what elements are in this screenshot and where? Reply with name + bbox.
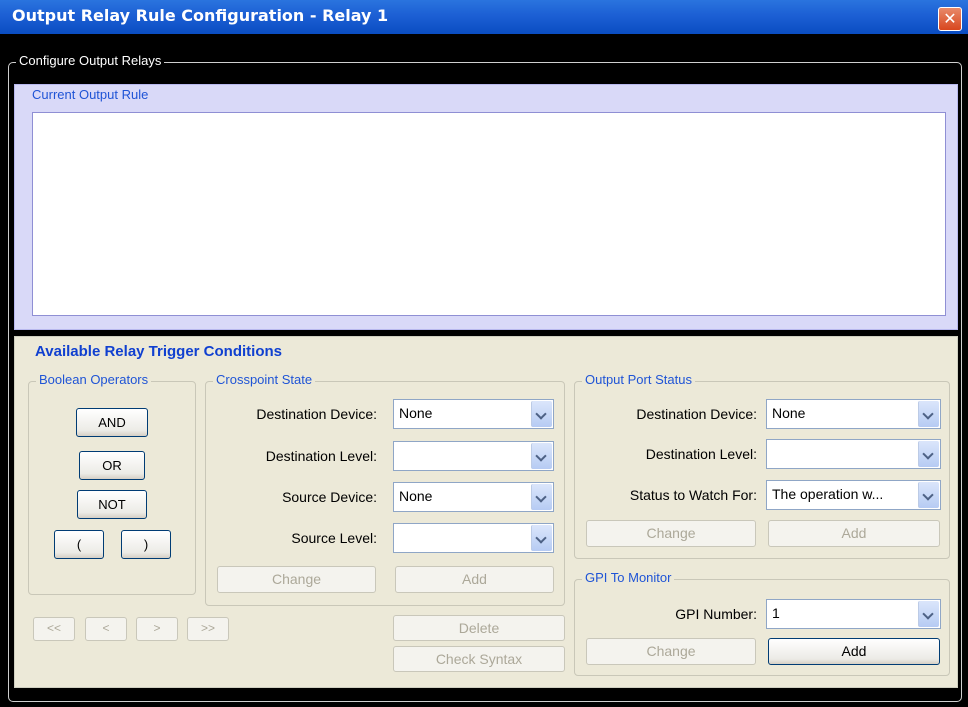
crosspoint-destination-level-select[interactable] xyxy=(393,441,554,471)
not-button[interactable]: NOT xyxy=(77,490,147,519)
close-paren-button[interactable]: ) xyxy=(121,530,171,559)
chevron-down-icon[interactable] xyxy=(918,482,939,508)
current-output-rule-textbox[interactable] xyxy=(32,112,946,316)
crosspoint-source-device-select[interactable]: None xyxy=(393,482,554,512)
crosspoint-source-device-value: None xyxy=(399,488,433,504)
chevron-down-icon[interactable] xyxy=(918,601,939,627)
gpi-to-monitor-label: GPI To Monitor xyxy=(582,570,675,585)
last-button[interactable]: >> xyxy=(187,617,229,641)
relay-trigger-conditions-heading: Available Relay Trigger Conditions xyxy=(35,343,283,360)
port-destination-device-select[interactable]: None xyxy=(766,399,941,429)
chevron-down-icon[interactable] xyxy=(531,525,552,551)
previous-button[interactable]: < xyxy=(85,617,127,641)
crosspoint-destination-device-select[interactable]: None xyxy=(393,399,554,429)
port-change-button[interactable]: Change xyxy=(586,520,756,547)
status-to-watch-select[interactable]: The operation w... xyxy=(766,480,941,510)
crosspoint-destination-level-label: Destination Level: xyxy=(265,448,377,464)
port-destination-level-label: Destination Level: xyxy=(645,446,757,462)
open-paren-button[interactable]: ( xyxy=(54,530,104,559)
chevron-down-icon[interactable] xyxy=(531,401,552,427)
crosspoint-add-button[interactable]: Add xyxy=(395,566,554,593)
crosspoint-state-label: Crosspoint State xyxy=(213,372,316,387)
window-title: Output Relay Rule Configuration - Relay … xyxy=(12,6,389,25)
gpi-number-value: 1 xyxy=(772,605,780,621)
close-button[interactable]: ✕ xyxy=(938,7,962,31)
output-port-status-label: Output Port Status xyxy=(582,372,695,387)
gpi-add-button[interactable]: Add xyxy=(768,638,940,665)
next-button[interactable]: > xyxy=(136,617,178,641)
boolean-operators-label: Boolean Operators xyxy=(36,372,152,387)
gpi-number-select[interactable]: 1 xyxy=(766,599,941,629)
port-destination-device-value: None xyxy=(772,405,806,421)
crosspoint-source-level-label: Source Level: xyxy=(291,530,377,546)
crosspoint-destination-device-label: Destination Device: xyxy=(256,406,377,422)
crosspoint-change-button[interactable]: Change xyxy=(217,566,376,593)
or-button[interactable]: OR xyxy=(79,451,145,480)
gpi-change-button[interactable]: Change xyxy=(586,638,756,665)
chevron-down-icon[interactable] xyxy=(531,443,552,469)
close-icon: ✕ xyxy=(943,9,957,28)
status-to-watch-label: Status to Watch For: xyxy=(629,487,757,503)
chevron-down-icon[interactable] xyxy=(918,401,939,427)
configure-output-relays-label: Configure Output Relays xyxy=(16,53,165,68)
and-button[interactable]: AND xyxy=(76,408,148,437)
crosspoint-source-level-select[interactable] xyxy=(393,523,554,553)
crosspoint-destination-device-value: None xyxy=(399,405,433,421)
chevron-down-icon[interactable] xyxy=(918,441,939,467)
check-syntax-button[interactable]: Check Syntax xyxy=(393,646,565,672)
chevron-down-icon[interactable] xyxy=(531,484,552,510)
port-add-button[interactable]: Add xyxy=(768,520,940,547)
first-button[interactable]: << xyxy=(33,617,75,641)
current-output-rule-label: Current Output Rule xyxy=(32,87,149,102)
port-destination-level-select[interactable] xyxy=(766,439,941,469)
status-to-watch-value: The operation w... xyxy=(772,486,884,502)
delete-button[interactable]: Delete xyxy=(393,615,565,641)
port-destination-device-label: Destination Device: xyxy=(636,406,757,422)
gpi-number-label: GPI Number: xyxy=(675,606,757,622)
crosspoint-source-device-label: Source Device: xyxy=(282,489,377,505)
